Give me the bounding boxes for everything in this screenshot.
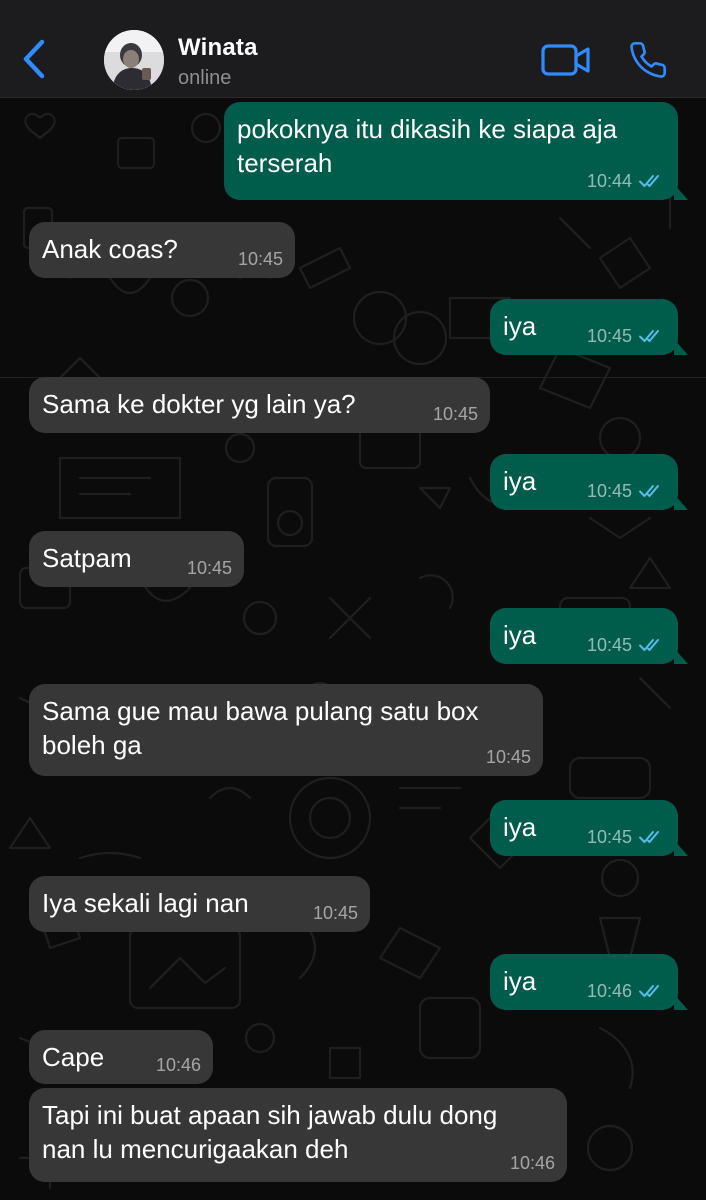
message-text: iya <box>503 812 537 842</box>
message-meta: 10:46 <box>510 1152 555 1174</box>
message-time: 10:46 <box>586 981 632 1001</box>
incoming-message[interactable]: Satpam 10:45 <box>29 531 244 587</box>
message-text: Anak coas? <box>42 234 178 264</box>
message-text: iya <box>503 620 537 650</box>
outgoing-message[interactable]: iya 10:45 <box>490 800 688 856</box>
read-ticks-icon <box>639 639 659 651</box>
phone-icon <box>630 42 667 78</box>
message-time: 10:45 <box>586 827 632 847</box>
outgoing-message[interactable]: iya 10:45 <box>490 299 688 355</box>
contact-name[interactable]: Winata <box>178 34 258 62</box>
message-time: 10:45 <box>586 635 632 655</box>
video-call-button[interactable] <box>540 42 592 78</box>
message-text: Iya sekali lagi nan <box>42 888 249 918</box>
message-text: iya <box>503 311 537 341</box>
incoming-message[interactable]: Cape 10:46 <box>29 1030 213 1084</box>
message-time: 10:45 <box>186 558 232 578</box>
message-time: 10:45 <box>485 747 531 767</box>
message-meta: 10:45 <box>313 902 358 924</box>
read-ticks-icon <box>639 485 659 497</box>
message-text: Satpam <box>42 543 132 573</box>
message-time: 10:45 <box>586 481 632 501</box>
incoming-message[interactable]: Anak coas? 10:45 <box>29 222 295 278</box>
message-meta: 10:45 <box>587 480 666 502</box>
incoming-message[interactable]: Sama ke dokter yg lain ya? 10:45 <box>29 377 490 433</box>
message-text: pokoknya itu dikasih ke siapa aja terser… <box>237 114 618 178</box>
message-meta: 10:45 <box>433 403 478 425</box>
back-button[interactable] <box>16 36 52 84</box>
outgoing-message[interactable]: iya 10:45 <box>490 454 688 510</box>
message-time: 10:45 <box>432 404 478 424</box>
message-text: Sama ke dokter yg lain ya? <box>42 389 356 419</box>
read-ticks-icon <box>639 831 659 843</box>
incoming-message[interactable]: Iya sekali lagi nan 10:45 <box>29 876 370 932</box>
incoming-message[interactable]: Tapi ini buat apaan sih jawab dulu dong … <box>29 1088 567 1182</box>
message-text: Cape <box>42 1042 105 1072</box>
chevron-left-icon <box>23 39 45 79</box>
message-meta: 10:46 <box>587 980 666 1002</box>
message-meta: 10:46 <box>156 1054 201 1076</box>
message-meta: 10:45 <box>587 634 666 656</box>
message-time: 10:45 <box>586 326 632 346</box>
read-ticks-icon <box>639 175 659 187</box>
message-meta: 10:44 <box>587 170 666 192</box>
chat-area[interactable]: pokoknya itu dikasih ke siapa aja terser… <box>0 98 706 1200</box>
message-meta: 10:45 <box>587 325 666 347</box>
message-meta: 10:45 <box>187 557 232 579</box>
contact-photo <box>104 30 164 90</box>
outgoing-message[interactable]: iya 10:46 <box>490 954 688 1010</box>
message-text: Tapi ini buat apaan sih jawab dulu dong … <box>42 1100 498 1164</box>
outgoing-message[interactable]: pokoknya itu dikasih ke siapa aja terser… <box>224 102 688 200</box>
message-meta: 10:45 <box>587 826 666 848</box>
outgoing-message[interactable]: iya 10:45 <box>490 608 688 664</box>
video-camera-icon <box>541 44 590 76</box>
voice-call-button[interactable] <box>628 40 668 80</box>
message-time: 10:46 <box>509 1153 555 1173</box>
incoming-message[interactable]: Sama gue mau bawa pulang satu box boleh … <box>29 684 543 776</box>
read-ticks-icon <box>639 330 659 342</box>
message-text: iya <box>503 466 537 496</box>
message-time: 10:45 <box>237 249 283 269</box>
message-time: 10:44 <box>586 171 632 191</box>
chat-header: Winata online <box>0 0 706 98</box>
contact-status: online <box>178 67 232 89</box>
message-text: Sama gue mau bawa pulang satu box boleh … <box>42 696 479 760</box>
message-time: 10:45 <box>312 903 358 923</box>
message-meta: 10:45 <box>238 248 283 270</box>
message-time: 10:46 <box>155 1055 201 1075</box>
message-text: iya <box>503 966 537 996</box>
message-meta: 10:45 <box>486 746 531 768</box>
read-ticks-icon <box>639 985 659 997</box>
avatar[interactable] <box>104 30 164 90</box>
